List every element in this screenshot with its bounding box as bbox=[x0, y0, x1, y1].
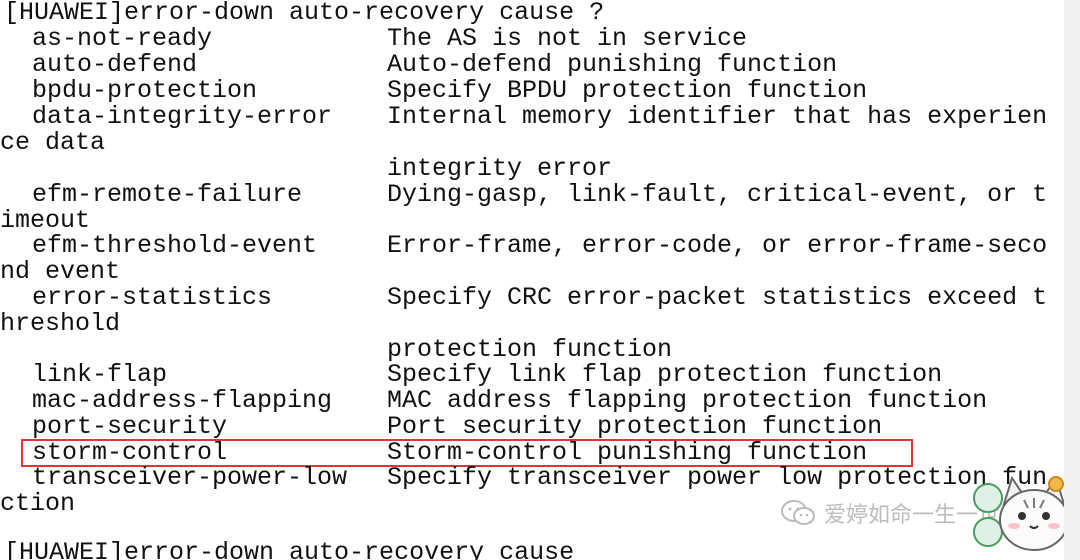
row-keyword: auto-defend bbox=[32, 50, 198, 79]
help-row: as-not-ready The AS is not in service bbox=[0, 26, 747, 52]
row-keyword: bpdu-protection bbox=[32, 76, 258, 105]
help-row: transceiver-power-low Specify transceive… bbox=[0, 465, 1047, 491]
wrapped-text: nd event bbox=[0, 257, 121, 286]
row-keyword: data-integrity-error bbox=[32, 102, 333, 131]
watermark: 爱婷如命一生一世 bbox=[780, 496, 1000, 530]
continuation-text: integrity error bbox=[387, 154, 613, 183]
help-row: data-integrity-error Internal memory ide… bbox=[0, 104, 1047, 130]
help-row: port-security Port security protection f… bbox=[0, 414, 882, 440]
wrapped-line: ction bbox=[0, 491, 75, 517]
terminal-window[interactable]: [HUAWEI]error-down auto-recovery cause ?… bbox=[0, 0, 1080, 560]
row-keyword: efm-threshold-event bbox=[32, 231, 318, 260]
help-row: link-flap Specify link flap protection f… bbox=[0, 362, 942, 388]
prompt-text: [HUAWEI]error-down auto-recovery cause ? bbox=[4, 0, 605, 27]
row-keyword: efm-remote-failure bbox=[32, 180, 303, 209]
row-keyword: error-statistics bbox=[32, 283, 273, 312]
row-description: Port security protection function bbox=[387, 412, 883, 441]
row-keyword: port-security bbox=[32, 412, 228, 441]
prompt-text: [HUAWEI]error-down auto-recovery cause bbox=[4, 538, 575, 560]
row-description: Internal memory identifier that has expe… bbox=[387, 102, 1048, 131]
help-row: efm-remote-failure Dying-gasp, link-faul… bbox=[0, 182, 1047, 208]
help-row: bpdu-protection Specify BPDU protection … bbox=[0, 78, 867, 104]
wrapped-text: ce data bbox=[0, 128, 106, 157]
row-description: Specify link flap protection function bbox=[387, 360, 943, 389]
help-row: efm-threshold-event Error-frame, error-c… bbox=[0, 233, 1047, 259]
row-keyword: mac-address-flapping bbox=[32, 386, 333, 415]
wrapped-line: nd event bbox=[0, 259, 120, 285]
help-row: auto-defend Auto-defend punishing functi… bbox=[0, 52, 837, 78]
row-keyword: transceiver-power-low bbox=[32, 463, 348, 492]
prompt-line: [HUAWEI]error-down auto-recovery cause ? bbox=[0, 0, 604, 26]
wechat-icon bbox=[781, 500, 815, 525]
wrapped-line: ce data bbox=[0, 130, 105, 156]
help-row: mac-address-flapping MAC address flappin… bbox=[0, 388, 987, 414]
wrapped-text: ction bbox=[0, 489, 76, 518]
row-description: Error-frame, error-code, or error-frame-… bbox=[387, 231, 1048, 260]
continuation-line: integrity error bbox=[0, 156, 612, 182]
help-row: error-statistics Specify CRC error-packe… bbox=[0, 285, 1047, 311]
row-description: Specify BPDU protection function bbox=[387, 76, 868, 105]
row-description: Specify transceiver power low protection… bbox=[387, 463, 1048, 492]
row-description: The AS is not in service bbox=[387, 24, 748, 53]
row-keyword: as-not-ready bbox=[32, 24, 213, 53]
row-description: Dying-gasp, link-fault, critical-event, … bbox=[387, 180, 1048, 209]
row-keyword: link-flap bbox=[32, 360, 168, 389]
prompt-line[interactable]: [HUAWEI]error-down auto-recovery cause bbox=[0, 540, 574, 560]
cat-sticker-icon bbox=[999, 475, 1069, 551]
row-description: Auto-defend punishing function bbox=[387, 50, 838, 79]
wrapped-line: hreshold bbox=[0, 311, 120, 337]
row-description: MAC address flapping protection function bbox=[387, 386, 988, 415]
wrapped-text: hreshold bbox=[0, 309, 121, 338]
row-description: Specify CRC error-packet statistics exce… bbox=[387, 283, 1048, 312]
scrollbar[interactable] bbox=[1064, 0, 1080, 560]
